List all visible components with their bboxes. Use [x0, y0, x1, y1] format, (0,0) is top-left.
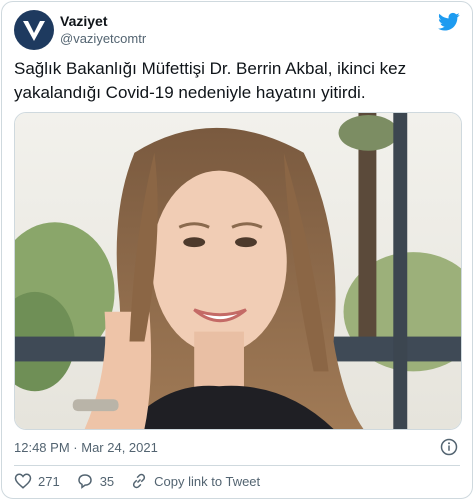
twitter-bird-icon[interactable]: [438, 12, 460, 32]
reply-icon: [77, 474, 92, 489]
like-count: 271: [38, 473, 60, 489]
tweet-time[interactable]: 12:48 PM: [14, 440, 70, 455]
info-icon[interactable]: [440, 438, 458, 456]
reply-count: 35: [99, 473, 115, 489]
tweet-header: Vaziyet @vaziyetcomtr: [14, 10, 460, 54]
handle[interactable]: @vaziyetcomtr: [60, 30, 146, 48]
link-icon: [133, 473, 146, 489]
tweet-timestamp[interactable]: 12:48 PM · Mar 24, 2021: [14, 439, 158, 457]
copy-link-label: Copy link to Tweet: [154, 473, 261, 489]
timestamp-separator: ·: [73, 440, 78, 455]
vaziyet-logo-icon: [23, 21, 45, 41]
portrait-image: [15, 113, 461, 429]
avatar[interactable]: [14, 10, 54, 50]
tweet-text: Sağlık Bakanlığı Müfettişi Dr. Berrin Ak…: [14, 59, 407, 102]
divider: [14, 465, 460, 466]
reply-button[interactable]: 35: [76, 472, 114, 490]
copy-link-button[interactable]: Copy link to Tweet: [130, 472, 260, 490]
tweet-card[interactable]: Vaziyet @vaziyetcomtr Sağlık Bakanlığı M…: [1, 1, 473, 499]
like-button[interactable]: 271: [14, 472, 60, 490]
display-name[interactable]: Vaziyet: [60, 12, 146, 30]
tweet-photo[interactable]: [14, 112, 462, 430]
author-names[interactable]: Vaziyet @vaziyetcomtr: [60, 12, 146, 48]
tweet-date[interactable]: Mar 24, 2021: [81, 440, 158, 455]
heart-icon: [14, 473, 32, 489]
tweet-actions: 271 35 Copy link to Tweet: [14, 472, 276, 490]
